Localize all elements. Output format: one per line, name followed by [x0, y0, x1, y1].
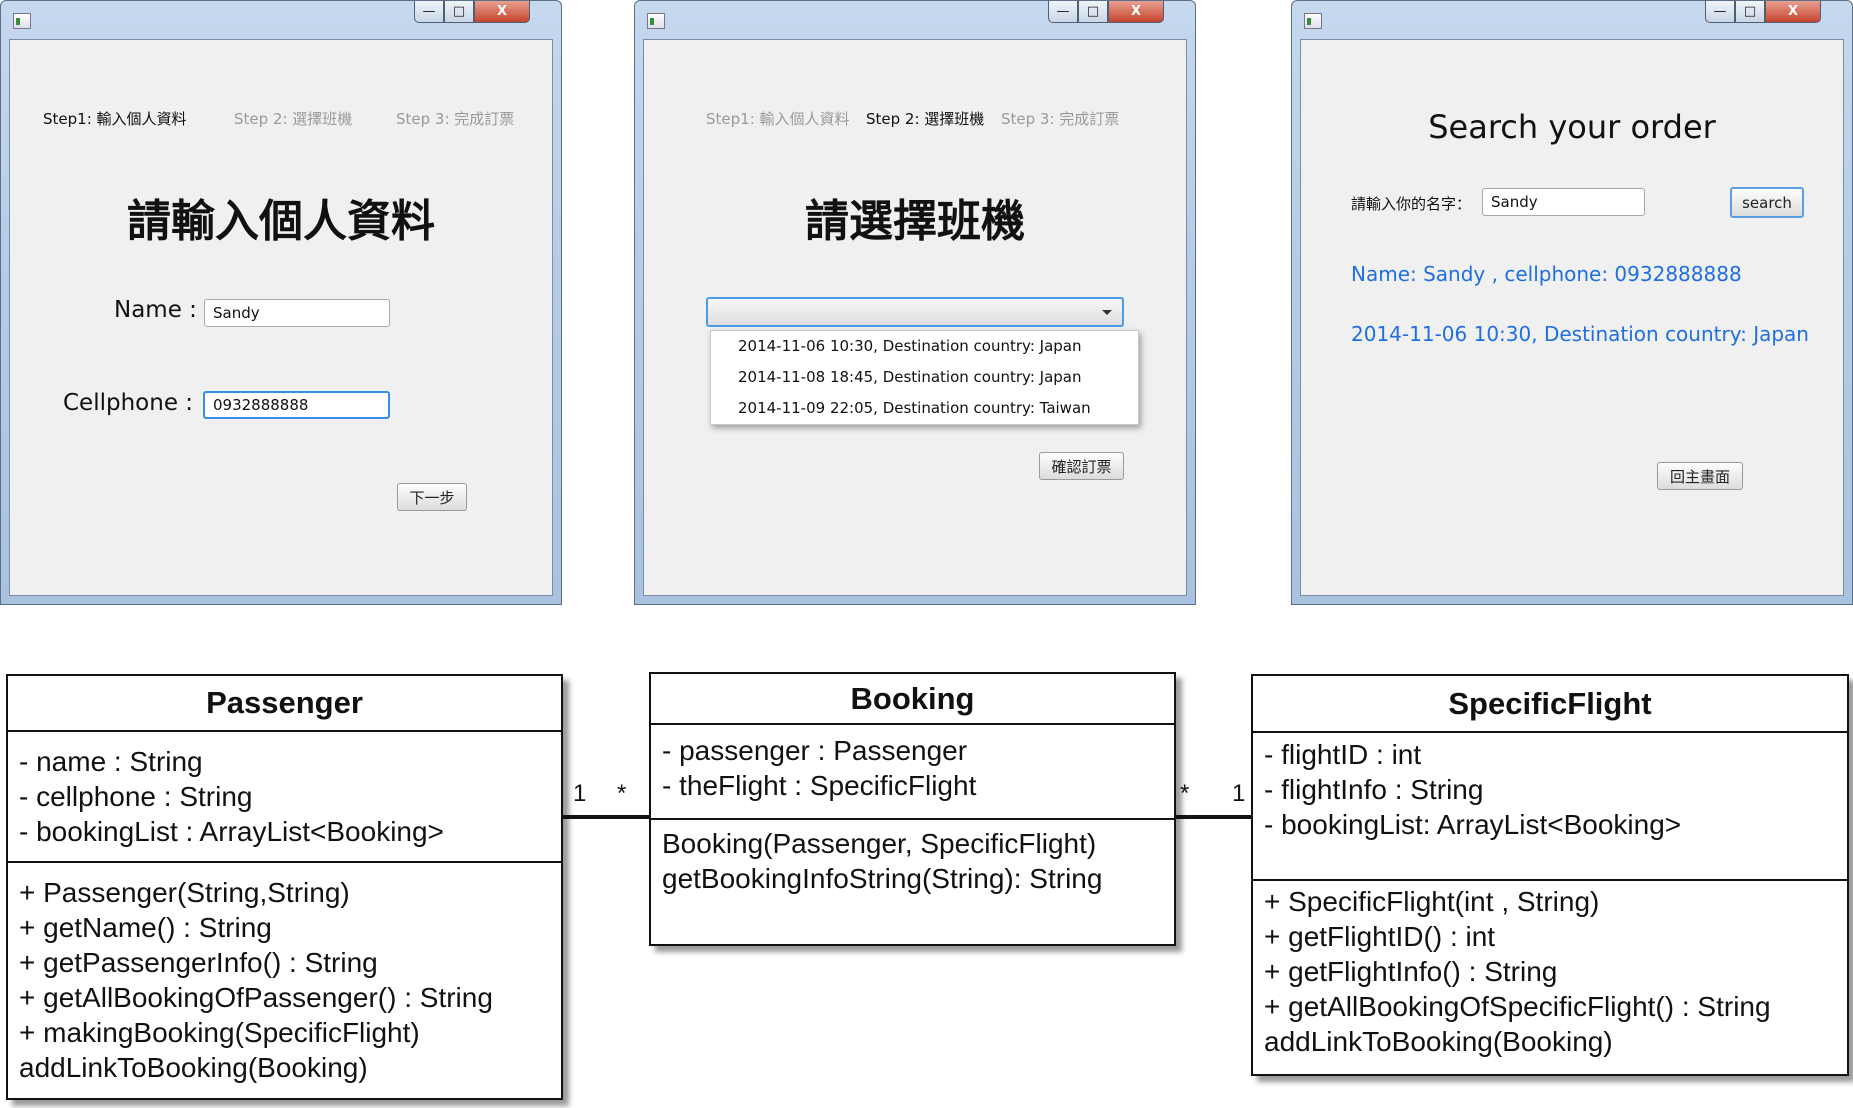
window-client-area: Step1: 輸入個人資料 Step 2: 選擇班機 Step 3: 完成訂票 …: [643, 39, 1187, 596]
flight-option[interactable]: 2014-11-08 18:45, Destination country: J…: [711, 362, 1138, 393]
association-booking-flight: [1176, 815, 1251, 819]
confirm-booking-button[interactable]: 確認訂票: [1039, 452, 1124, 480]
name-input[interactable]: Sandy: [204, 299, 390, 327]
page-heading: 請輸入個人資料: [127, 196, 435, 247]
page-title: Search your order: [1428, 108, 1716, 146]
attribute: - flightID : int: [1264, 739, 1422, 770]
step-1-label: Step1: 輸入個人資料: [43, 110, 187, 128]
next-button[interactable]: 下一步: [397, 483, 467, 511]
close-button[interactable]: X: [1765, 1, 1821, 23]
method: getBookingInfoString(String): String: [662, 863, 1103, 894]
attribute: - passenger : Passenger: [662, 735, 968, 766]
page-heading: 請選擇班機: [805, 196, 1025, 247]
maximize-button[interactable]: □: [444, 1, 474, 23]
method: Booking(Passenger, SpecificFlight): [662, 828, 1097, 859]
home-button[interactable]: 回主畫面: [1657, 462, 1743, 490]
flight-option[interactable]: 2014-11-06 10:30, Destination country: J…: [711, 331, 1138, 362]
attribute: - theFlight : SpecificFlight: [662, 770, 977, 801]
uml-class-specific-flight: SpecificFlight - flightID : int - flight…: [1251, 674, 1849, 1076]
class-methods: + Passenger(String,String) + getName() :…: [8, 863, 561, 1085]
method: addLinkToBooking(Booking): [1264, 1026, 1613, 1057]
method: + makingBooking(SpecificFlight): [19, 1017, 420, 1048]
uml-class-booking: Booking - passenger : Passenger - theFli…: [649, 672, 1176, 946]
minimize-button[interactable]: —: [1705, 1, 1735, 23]
close-button[interactable]: X: [1108, 1, 1164, 23]
method: + getAllBookingOfSpecificFlight() : Stri…: [1264, 991, 1771, 1022]
method: + getFlightInfo() : String: [1264, 956, 1558, 987]
app-icon: [1304, 13, 1322, 29]
maximize-button[interactable]: □: [1078, 1, 1108, 23]
method: + getPassengerInfo() : String: [19, 947, 378, 978]
minimize-button[interactable]: —: [1048, 1, 1078, 23]
step-2-label: Step 2: 選擇班機: [866, 110, 985, 128]
search-button[interactable]: search: [1730, 187, 1804, 218]
method: + Passenger(String,String): [19, 877, 350, 908]
method: + getName() : String: [19, 912, 272, 943]
name-prompt-label: 請輸入你的名字：: [1351, 195, 1472, 213]
multiplicity-label: 1: [1232, 780, 1246, 807]
step-3-label: Step 3: 完成訂票: [396, 110, 515, 128]
multiplicity-label: 1: [573, 780, 587, 807]
class-attributes: - passenger : Passenger - theFlight : Sp…: [651, 725, 1174, 820]
attribute: - name : String: [19, 746, 203, 777]
cellphone-label: Cellphone :: [63, 390, 194, 416]
window-client-area: Step1: 輸入個人資料 Step 2: 選擇班機 Step 3: 完成訂票 …: [9, 39, 553, 596]
uml-class-passenger: Passenger - name : String - cellphone : …: [6, 674, 563, 1100]
multiplicity-label: *: [1180, 780, 1190, 807]
minimize-button[interactable]: —: [414, 1, 444, 23]
cellphone-input[interactable]: 0932888888: [203, 391, 390, 419]
class-name: Passenger: [8, 676, 561, 732]
class-attributes: - name : String - cellphone : String - b…: [8, 732, 561, 863]
method: addLinkToBooking(Booking): [19, 1052, 368, 1083]
class-attributes: - flightID : int - flightInfo : String -…: [1253, 733, 1847, 881]
window-client-area: Search your order 請輸入你的名字： Sandy search …: [1300, 39, 1844, 596]
window-search-order: — □ X Search your order 請輸入你的名字： Sandy s…: [1291, 0, 1853, 605]
step-1-label: Step1: 輸入個人資料: [706, 110, 850, 128]
flight-dropdown-list: 2014-11-06 10:30, Destination country: J…: [710, 330, 1139, 425]
class-name: SpecificFlight: [1253, 676, 1847, 733]
result-flight-text: 2014-11-06 10:30, Destination country: J…: [1351, 322, 1809, 346]
name-label: Name :: [114, 297, 197, 323]
association-passenger-booking: [563, 815, 649, 819]
multiplicity-label: *: [617, 780, 627, 807]
class-methods: + SpecificFlight(int , String) + getFlig…: [1253, 881, 1847, 1059]
attribute: - bookingList : ArrayList<Booking>: [19, 816, 444, 847]
close-button[interactable]: X: [474, 1, 530, 23]
step-3-label: Step 3: 完成訂票: [1001, 110, 1120, 128]
app-icon: [647, 13, 665, 29]
method: + SpecificFlight(int , String): [1264, 886, 1600, 917]
app-icon: [13, 13, 31, 29]
chevron-down-icon: [1102, 310, 1112, 315]
attribute: - cellphone : String: [19, 781, 253, 812]
method: + getFlightID() : int: [1264, 921, 1496, 952]
class-name: Booking: [651, 674, 1174, 725]
attribute: - flightInfo : String: [1264, 774, 1484, 805]
maximize-button[interactable]: □: [1735, 1, 1765, 23]
window-personal-info: — □ X Step1: 輸入個人資料 Step 2: 選擇班機 Step 3:…: [0, 0, 562, 605]
flight-option[interactable]: 2014-11-09 22:05, Destination country: T…: [711, 393, 1138, 424]
class-methods: Booking(Passenger, SpecificFlight) getBo…: [651, 820, 1174, 896]
attribute: - bookingList: ArrayList<Booking>: [1264, 809, 1682, 840]
step-2-label: Step 2: 選擇班機: [234, 110, 353, 128]
result-name-text: Name: Sandy , cellphone: 0932888888: [1351, 262, 1742, 286]
window-select-flight: — □ X Step1: 輸入個人資料 Step 2: 選擇班機 Step 3:…: [634, 0, 1196, 605]
flight-select[interactable]: [706, 297, 1124, 327]
search-name-input[interactable]: Sandy: [1482, 188, 1645, 216]
method: + getAllBookingOfPassenger() : String: [19, 982, 493, 1013]
